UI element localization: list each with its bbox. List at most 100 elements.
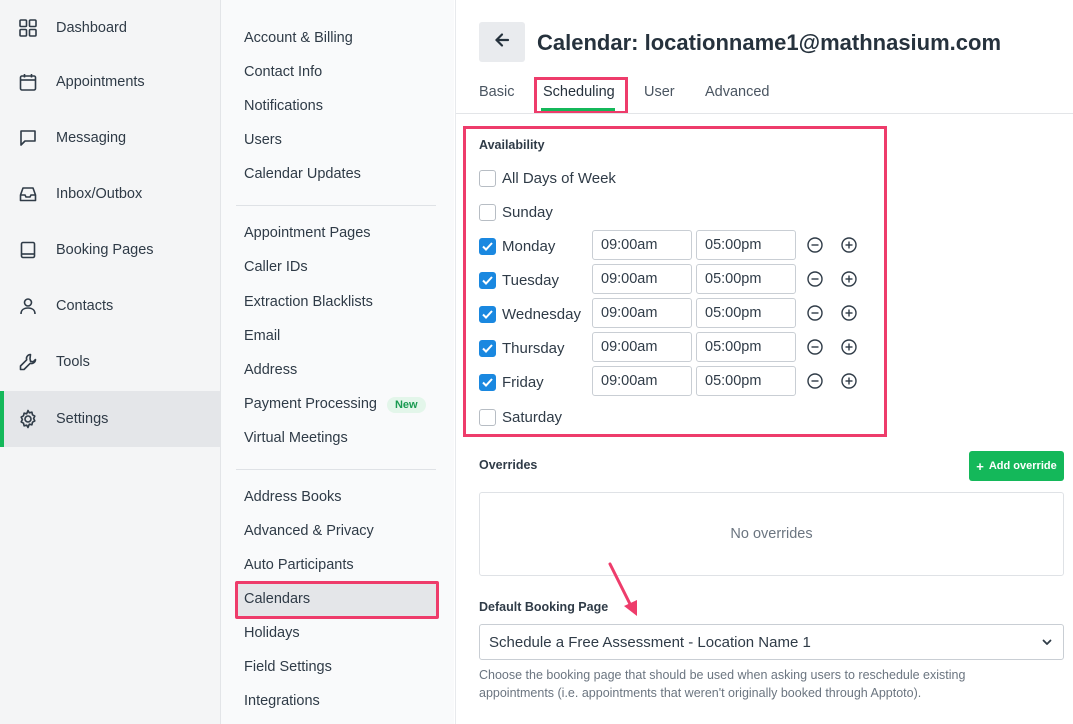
add-override-label: Add override bbox=[988, 460, 1057, 472]
nav-item-tools[interactable]: Tools bbox=[0, 334, 220, 390]
nav-item-messaging[interactable]: Messaging bbox=[0, 110, 220, 166]
left-nav: Dashboard Appointments Messaging Inbox/O… bbox=[0, 0, 221, 724]
submenu-item-calendars[interactable]: Calendars bbox=[235, 581, 439, 619]
tab-basic[interactable]: Basic bbox=[479, 84, 514, 100]
friday-start-time[interactable]: 09:00am bbox=[592, 366, 692, 396]
submenu-item-payment-processing[interactable]: Payment Processing New bbox=[244, 396, 426, 413]
nav-item-inbox-outbox[interactable]: Inbox/Outbox bbox=[0, 166, 220, 222]
wednesday-start-time[interactable]: 09:00am bbox=[592, 298, 692, 328]
tab-user[interactable]: User bbox=[644, 84, 675, 100]
wednesday-end-time[interactable]: 05:00pm bbox=[696, 298, 796, 328]
nav-item-dashboard[interactable]: Dashboard bbox=[0, 0, 220, 56]
monday-add-button[interactable] bbox=[840, 236, 858, 254]
all-days-checkbox[interactable] bbox=[479, 169, 496, 187]
monday-start-time[interactable]: 09:00am bbox=[592, 230, 692, 260]
submenu-item-account-billing[interactable]: Account & Billing bbox=[244, 30, 353, 46]
tuesday-end-time[interactable]: 05:00pm bbox=[696, 264, 796, 294]
submenu-item-holidays[interactable]: Holidays bbox=[244, 625, 300, 641]
check-icon bbox=[482, 343, 493, 353]
nav-label: Settings bbox=[56, 411, 109, 427]
tabs-divider bbox=[456, 113, 1073, 114]
thursday-checkbox[interactable] bbox=[479, 339, 496, 357]
monday-remove-button[interactable] bbox=[806, 236, 824, 254]
saturday-checkbox[interactable] bbox=[479, 408, 496, 426]
day-row-wednesday: Wednesday bbox=[479, 299, 581, 329]
submenu-item-address[interactable]: Address bbox=[244, 362, 297, 378]
submenu-item-users[interactable]: Users bbox=[244, 132, 282, 148]
sunday-checkbox[interactable] bbox=[479, 203, 496, 221]
day-label: Saturday bbox=[502, 408, 563, 426]
person-icon bbox=[18, 296, 38, 316]
overrides-list: No overrides bbox=[479, 492, 1064, 576]
back-button[interactable] bbox=[479, 22, 525, 62]
day-label: Thursday bbox=[502, 339, 565, 357]
default-booking-page-label: Default Booking Page bbox=[479, 600, 609, 614]
submenu-item-auto-participants[interactable]: Auto Participants bbox=[244, 557, 354, 573]
page-title: Calendar: locationname1@mathnasium.com bbox=[537, 30, 1002, 55]
tab-advanced[interactable]: Advanced bbox=[705, 84, 770, 100]
submenu-item-caller-ids[interactable]: Caller IDs bbox=[244, 259, 308, 275]
new-badge: New bbox=[386, 397, 426, 413]
minus-circle-icon bbox=[807, 339, 823, 355]
wednesday-checkbox[interactable] bbox=[479, 305, 496, 323]
submenu-item-virtual-meetings[interactable]: Virtual Meetings bbox=[244, 430, 348, 446]
submenu-item-appointment-pages[interactable]: Appointment Pages bbox=[244, 225, 371, 241]
active-tab-indicator bbox=[541, 108, 615, 111]
availability-label: Availability bbox=[479, 138, 545, 152]
minus-circle-icon bbox=[807, 271, 823, 287]
nav-item-settings[interactable]: Settings bbox=[0, 391, 220, 447]
day-row-monday: Monday bbox=[479, 231, 555, 261]
plus-circle-icon bbox=[841, 339, 857, 355]
submenu-item-calendar-updates[interactable]: Calendar Updates bbox=[244, 166, 361, 182]
nav-item-booking-pages[interactable]: Booking Pages bbox=[0, 222, 220, 278]
submenu-item-extraction-blacklists[interactable]: Extraction Blacklists bbox=[244, 294, 373, 310]
nav-label: Tools bbox=[56, 354, 90, 370]
all-days-label: All Days of Week bbox=[502, 169, 616, 187]
add-override-button[interactable]: + Add override bbox=[969, 451, 1064, 481]
empty-state-text: No overrides bbox=[730, 526, 813, 542]
submenu-item-integrations[interactable]: Integrations bbox=[244, 693, 320, 709]
tuesday-start-time[interactable]: 09:00am bbox=[592, 264, 692, 294]
day-label: Sunday bbox=[502, 203, 553, 221]
wednesday-remove-button[interactable] bbox=[806, 304, 824, 322]
book-icon bbox=[18, 240, 38, 260]
nav-item-appointments[interactable]: Appointments bbox=[0, 54, 220, 110]
thursday-start-time[interactable]: 09:00am bbox=[592, 332, 692, 362]
plus-circle-icon bbox=[841, 271, 857, 287]
nav-item-contacts[interactable]: Contacts bbox=[0, 278, 220, 334]
tab-scheduling[interactable]: Scheduling bbox=[543, 84, 615, 100]
submenu-item-notifications[interactable]: Notifications bbox=[244, 98, 323, 114]
friday-remove-button[interactable] bbox=[806, 372, 824, 390]
friday-end-time[interactable]: 05:00pm bbox=[696, 366, 796, 396]
submenu-item-advanced-privacy[interactable]: Advanced & Privacy bbox=[244, 523, 374, 539]
submenu-item-contact-info[interactable]: Contact Info bbox=[244, 64, 322, 80]
friday-checkbox[interactable] bbox=[479, 373, 496, 391]
nav-label: Inbox/Outbox bbox=[56, 186, 143, 202]
wednesday-add-button[interactable] bbox=[840, 304, 858, 322]
nav-label: Dashboard bbox=[56, 20, 127, 36]
default-booking-page-select[interactable]: Schedule a Free Assessment - Location Na… bbox=[479, 624, 1064, 660]
minus-circle-icon bbox=[807, 373, 823, 389]
submenu-item-address-books[interactable]: Address Books bbox=[244, 489, 342, 505]
nav-label: Appointments bbox=[56, 74, 145, 90]
nav-label: Messaging bbox=[56, 130, 127, 146]
gear-icon bbox=[18, 409, 38, 429]
monday-end-time[interactable]: 05:00pm bbox=[696, 230, 796, 260]
day-label: Friday bbox=[502, 373, 544, 391]
thursday-add-button[interactable] bbox=[840, 338, 858, 356]
nav-label: Booking Pages bbox=[56, 242, 154, 258]
check-icon bbox=[482, 241, 493, 251]
friday-add-button[interactable] bbox=[840, 372, 858, 390]
tuesday-add-button[interactable] bbox=[840, 270, 858, 288]
check-icon bbox=[482, 275, 493, 285]
tuesday-checkbox[interactable] bbox=[479, 271, 496, 289]
submenu-item-email[interactable]: Email bbox=[244, 328, 280, 344]
submenu-item-field-settings[interactable]: Field Settings bbox=[244, 659, 332, 675]
select-value: Schedule a Free Assessment - Location Na… bbox=[489, 633, 811, 651]
minus-circle-icon bbox=[807, 237, 823, 253]
tuesday-remove-button[interactable] bbox=[806, 270, 824, 288]
thursday-remove-button[interactable] bbox=[806, 338, 824, 356]
monday-checkbox[interactable] bbox=[479, 237, 496, 255]
submenu-divider bbox=[236, 205, 436, 206]
thursday-end-time[interactable]: 05:00pm bbox=[696, 332, 796, 362]
